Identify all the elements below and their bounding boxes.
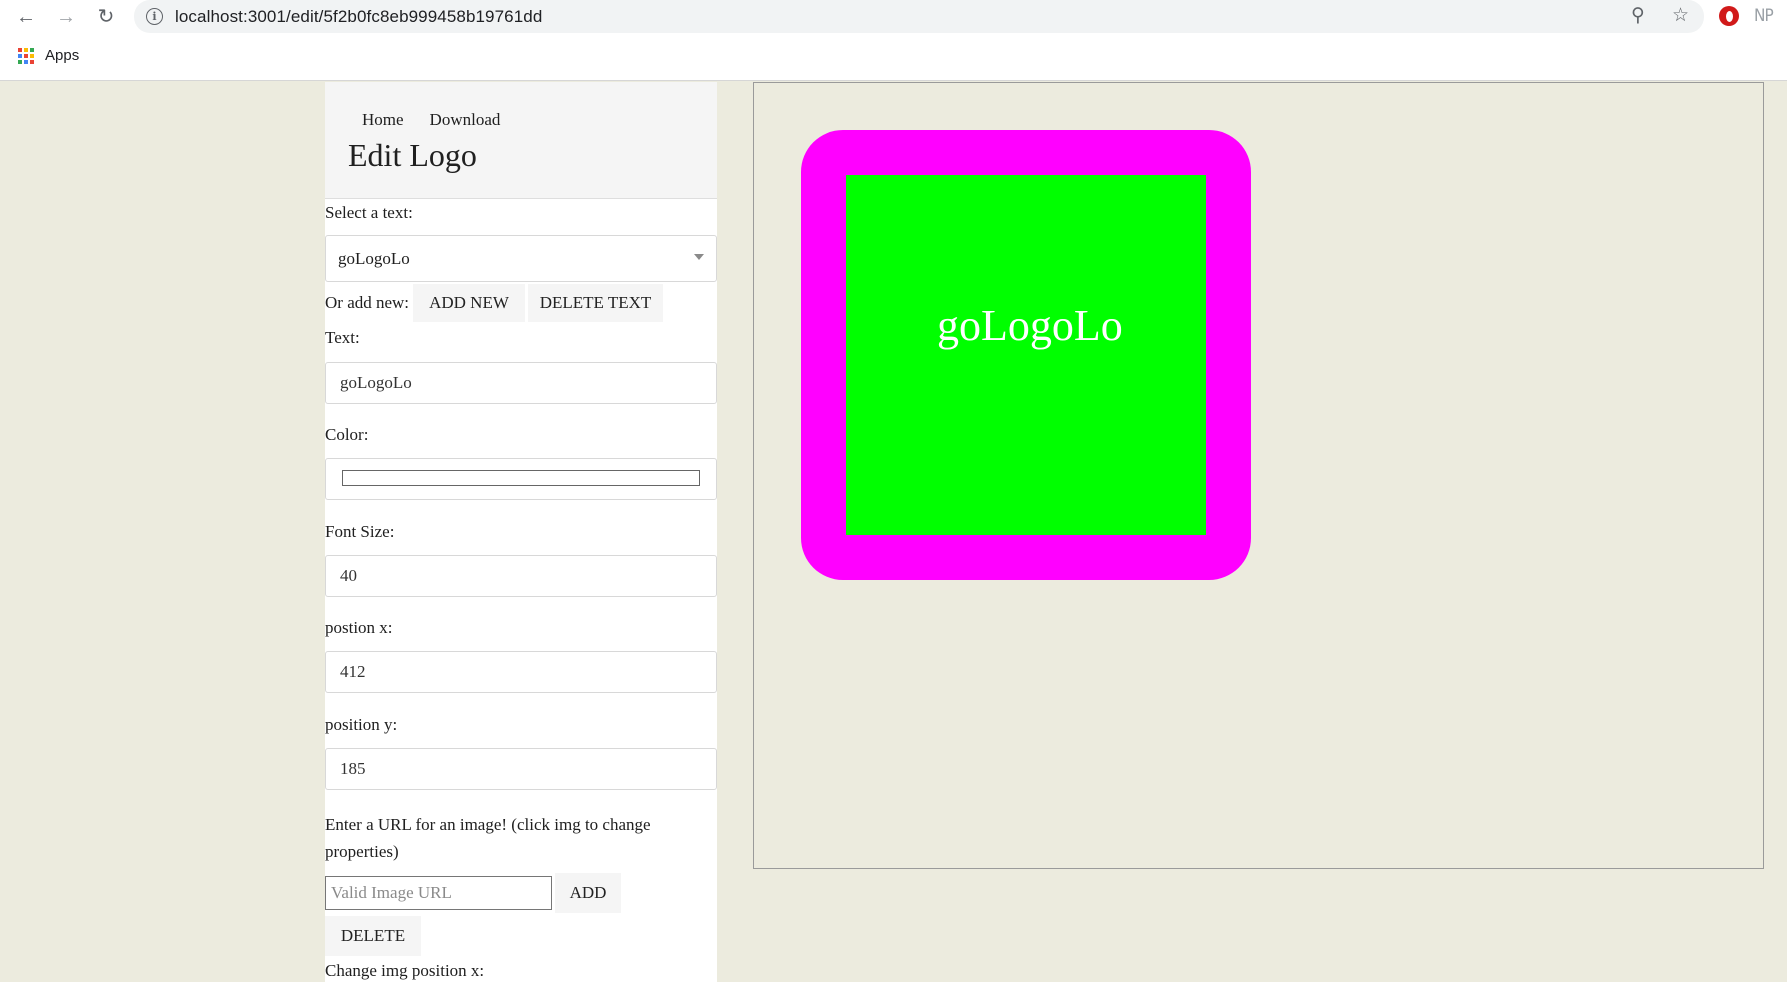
image-url-input[interactable] (325, 876, 552, 910)
position-y-label: position y: (325, 715, 398, 734)
select-text-label: Select a text: (325, 203, 413, 222)
bookmark-star-icon[interactable]: ☆ (1672, 6, 1689, 25)
position-x-input[interactable] (325, 651, 717, 693)
url-text[interactable]: localhost:3001/edit/5f2b0fc8eb999458b197… (175, 7, 542, 27)
nav-home-link[interactable]: Home (349, 104, 417, 136)
logo-canvas: goLogoLo (753, 82, 1764, 869)
apps-label: Apps (45, 47, 80, 64)
position-x-label: postion x: (325, 618, 393, 637)
reload-icon[interactable]: ↻ (93, 4, 119, 30)
img-position-x-label: Change img position x: (325, 961, 485, 980)
sidebar-header: Home Download Edit Logo (325, 82, 717, 199)
font-size-label: Font Size: (325, 522, 395, 541)
delete-image-button[interactable]: DELETE (325, 916, 421, 956)
text-input[interactable] (325, 362, 717, 404)
page-title: Edit Logo (348, 137, 477, 173)
browser-toolbar: ← → ↻ i localhost:3001/edit/5f2b0fc8eb99… (0, 0, 1787, 81)
text-select[interactable]: goLogoLo (325, 235, 717, 282)
zoom-icon[interactable]: ⚲ (1631, 6, 1645, 25)
logo-background[interactable]: goLogoLo (846, 175, 1206, 535)
forward-icon[interactable]: → (53, 4, 79, 30)
back-icon[interactable]: ← (13, 4, 39, 30)
font-size-input[interactable] (325, 555, 717, 597)
image-url-label: Enter a URL for an image! (click img to … (325, 815, 651, 861)
edit-sidebar: Home Download Edit Logo Select a text: g… (325, 82, 717, 982)
opera-extension-icon[interactable] (1719, 6, 1739, 26)
text-label: Text: (325, 328, 360, 347)
color-swatch[interactable] (342, 470, 700, 486)
text-select-value: goLogoLo (338, 248, 410, 268)
address-bar[interactable]: i localhost:3001/edit/5f2b0fc8eb999458b1… (134, 0, 1704, 33)
add-image-button[interactable]: ADD (555, 873, 621, 913)
nav-links: Home Download (349, 104, 513, 136)
add-new-button[interactable]: ADD NEW (413, 284, 525, 322)
logo-text[interactable]: goLogoLo (937, 300, 1123, 351)
nav-download-link[interactable]: Download (417, 104, 514, 136)
logo-border[interactable]: goLogoLo (801, 130, 1251, 580)
chevron-down-icon (694, 254, 704, 260)
delete-text-button[interactable]: DELETE TEXT (528, 284, 663, 322)
color-label: Color: (325, 425, 369, 444)
position-y-input[interactable] (325, 748, 717, 790)
np-extension-icon[interactable]: NP (1754, 6, 1774, 26)
color-input[interactable] (325, 458, 717, 500)
info-icon[interactable]: i (146, 8, 163, 25)
apps-bookmark[interactable]: Apps (18, 47, 79, 64)
apps-grid-icon (18, 47, 34, 64)
or-add-new-label: Or add new: (325, 293, 410, 312)
